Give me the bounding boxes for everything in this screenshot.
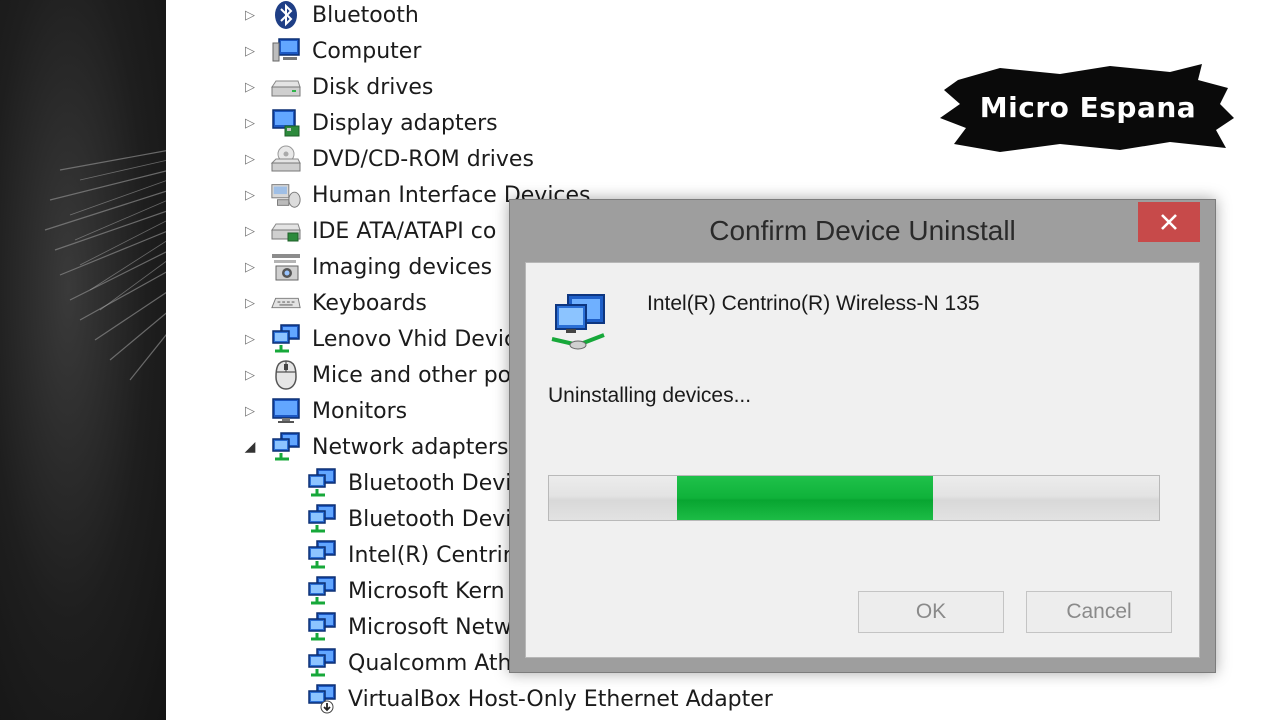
- tree-item-lenovo-vhid-devic[interactable]: ▷ Lenovo Vhid Devic: [240, 321, 516, 357]
- feather-graphic: [44, 149, 170, 381]
- keyboard-icon: [270, 287, 302, 319]
- network-adapter-item[interactable]: Microsoft Netw: [306, 609, 512, 645]
- collapsed-arrow-icon[interactable]: ▷: [240, 368, 260, 383]
- network-icon: [306, 611, 338, 643]
- progress-fill: [677, 476, 934, 520]
- network-adapter-item[interactable]: Bluetooth Devic: [306, 465, 524, 501]
- tree-item-label: Monitors: [312, 398, 408, 424]
- hid-icon: [270, 179, 302, 211]
- ide-controller-icon: [270, 215, 302, 247]
- collapsed-arrow-icon[interactable]: ▷: [240, 44, 260, 59]
- tree-item-disk-drives[interactable]: ▷ Disk drives: [240, 69, 433, 105]
- tree-item-label: Network adapters: [312, 434, 509, 460]
- tree-item-label: DVD/CD-ROM drives: [312, 146, 534, 172]
- collapsed-arrow-icon[interactable]: ▷: [240, 260, 260, 275]
- network-icon: [306, 503, 338, 535]
- bluetooth-icon: [270, 0, 302, 31]
- network-adapter-item[interactable]: VirtualBox Host-Only Ethernet Adapter: [306, 681, 773, 717]
- network-adapter-item[interactable]: Qualcomm Ath: [306, 645, 512, 681]
- tree-item-dvd-cd-rom-drives[interactable]: ▷ DVD/CD-ROM drives: [240, 141, 534, 177]
- mouse-icon: [270, 359, 302, 391]
- tree-item-network-adapters[interactable]: ◢ Network adapters: [240, 429, 508, 465]
- tree-item-computer[interactable]: ▷ Computer: [240, 33, 421, 69]
- network-icon: [270, 323, 302, 355]
- dialog-title: Confirm Device Uninstall: [709, 215, 1016, 246]
- status-text: Uninstalling devices...: [548, 384, 752, 407]
- expanded-arrow-icon[interactable]: ◢: [240, 439, 260, 455]
- dialog-body: Intel(R) Centrino(R) Wireless-N 135 Unin…: [525, 262, 1200, 658]
- cancel-button[interactable]: Cancel: [1026, 591, 1172, 633]
- collapsed-arrow-icon[interactable]: ▷: [240, 80, 260, 95]
- network-adapter-label: Microsoft Netw: [348, 614, 512, 640]
- network-install-icon: [306, 683, 338, 715]
- tree-item-label: Computer: [312, 38, 422, 64]
- device-name: Intel(R) Centrino(R) Wireless-N 135: [647, 292, 980, 315]
- monitor-icon: [270, 395, 302, 427]
- network-adapter-label: Microsoft Kern: [348, 578, 505, 604]
- close-icon: [1161, 214, 1177, 230]
- window-left-border: [166, 0, 189, 720]
- collapsed-arrow-icon[interactable]: ▷: [240, 188, 260, 203]
- network-adapter-label: Bluetooth Devic: [348, 506, 524, 532]
- network-adapter-icon: [548, 291, 610, 357]
- tree-item-label: Bluetooth: [312, 2, 419, 28]
- tree-item-bluetooth[interactable]: ▷ Bluetooth: [240, 0, 419, 33]
- tree-item-monitors[interactable]: ▷ Monitors: [240, 393, 407, 429]
- network-adapter-label: Intel(R) Centrin: [348, 542, 517, 568]
- tree-item-label: Mice and other poi: [312, 362, 518, 388]
- collapsed-arrow-icon[interactable]: ▷: [240, 8, 260, 23]
- tree-item-label: Disk drives: [312, 74, 434, 100]
- collapsed-arrow-icon[interactable]: ▷: [240, 224, 260, 239]
- network-adapter-label: VirtualBox Host-Only Ethernet Adapter: [348, 686, 773, 712]
- logo-text: Micro Espana: [979, 90, 1197, 124]
- computer-icon: [270, 35, 302, 67]
- network-icon: [270, 431, 302, 463]
- tree-item-keyboards[interactable]: ▷ Keyboards: [240, 285, 427, 321]
- tree-item-display-adapters[interactable]: ▷ Display adapters: [240, 105, 498, 141]
- collapsed-arrow-icon[interactable]: ▷: [240, 332, 260, 347]
- network-adapter-label: Qualcomm Ath: [348, 650, 512, 676]
- network-icon: [306, 575, 338, 607]
- tree-item-label: Imaging devices: [312, 254, 493, 280]
- collapsed-arrow-icon[interactable]: ▷: [240, 152, 260, 167]
- network-icon: [306, 539, 338, 571]
- brand-logo: Micro Espana: [940, 58, 1236, 156]
- ok-button[interactable]: OK: [858, 591, 1004, 633]
- display-adapter-icon: [270, 107, 302, 139]
- close-button[interactable]: [1138, 202, 1200, 242]
- dvd-drive-icon: [270, 143, 302, 175]
- tree-item-label: Display adapters: [312, 110, 498, 136]
- network-adapter-item[interactable]: Bluetooth Devic: [306, 501, 524, 537]
- tree-item-ide-ata-atapi-co[interactable]: ▷ IDE ATA/ATAPI co: [240, 213, 496, 249]
- progress-bar: [548, 475, 1160, 521]
- collapsed-arrow-icon[interactable]: ▷: [240, 296, 260, 311]
- network-icon: [306, 647, 338, 679]
- network-adapter-item[interactable]: Intel(R) Centrin: [306, 537, 517, 573]
- network-icon: [306, 467, 338, 499]
- tree-item-label: Lenovo Vhid Devic: [312, 326, 517, 352]
- confirm-uninstall-dialog: Confirm Device Uninstall Intel(R) Centri…: [509, 199, 1216, 673]
- tree-item-mice-and-other-poi[interactable]: ▷ Mice and other poi: [240, 357, 517, 393]
- collapsed-arrow-icon[interactable]: ▷: [240, 404, 260, 419]
- disk-drive-icon: [270, 71, 302, 103]
- network-adapter-item[interactable]: Microsoft Kern: [306, 573, 505, 609]
- dark-background: [0, 0, 170, 720]
- collapsed-arrow-icon[interactable]: ▷: [240, 116, 260, 131]
- camera-icon: [270, 251, 302, 283]
- tree-item-label: IDE ATA/ATAPI co: [312, 218, 497, 244]
- network-adapter-label: Bluetooth Devic: [348, 470, 524, 496]
- tree-item-label: Keyboards: [312, 290, 427, 316]
- tree-item-imaging-devices[interactable]: ▷ Imaging devices: [240, 249, 492, 285]
